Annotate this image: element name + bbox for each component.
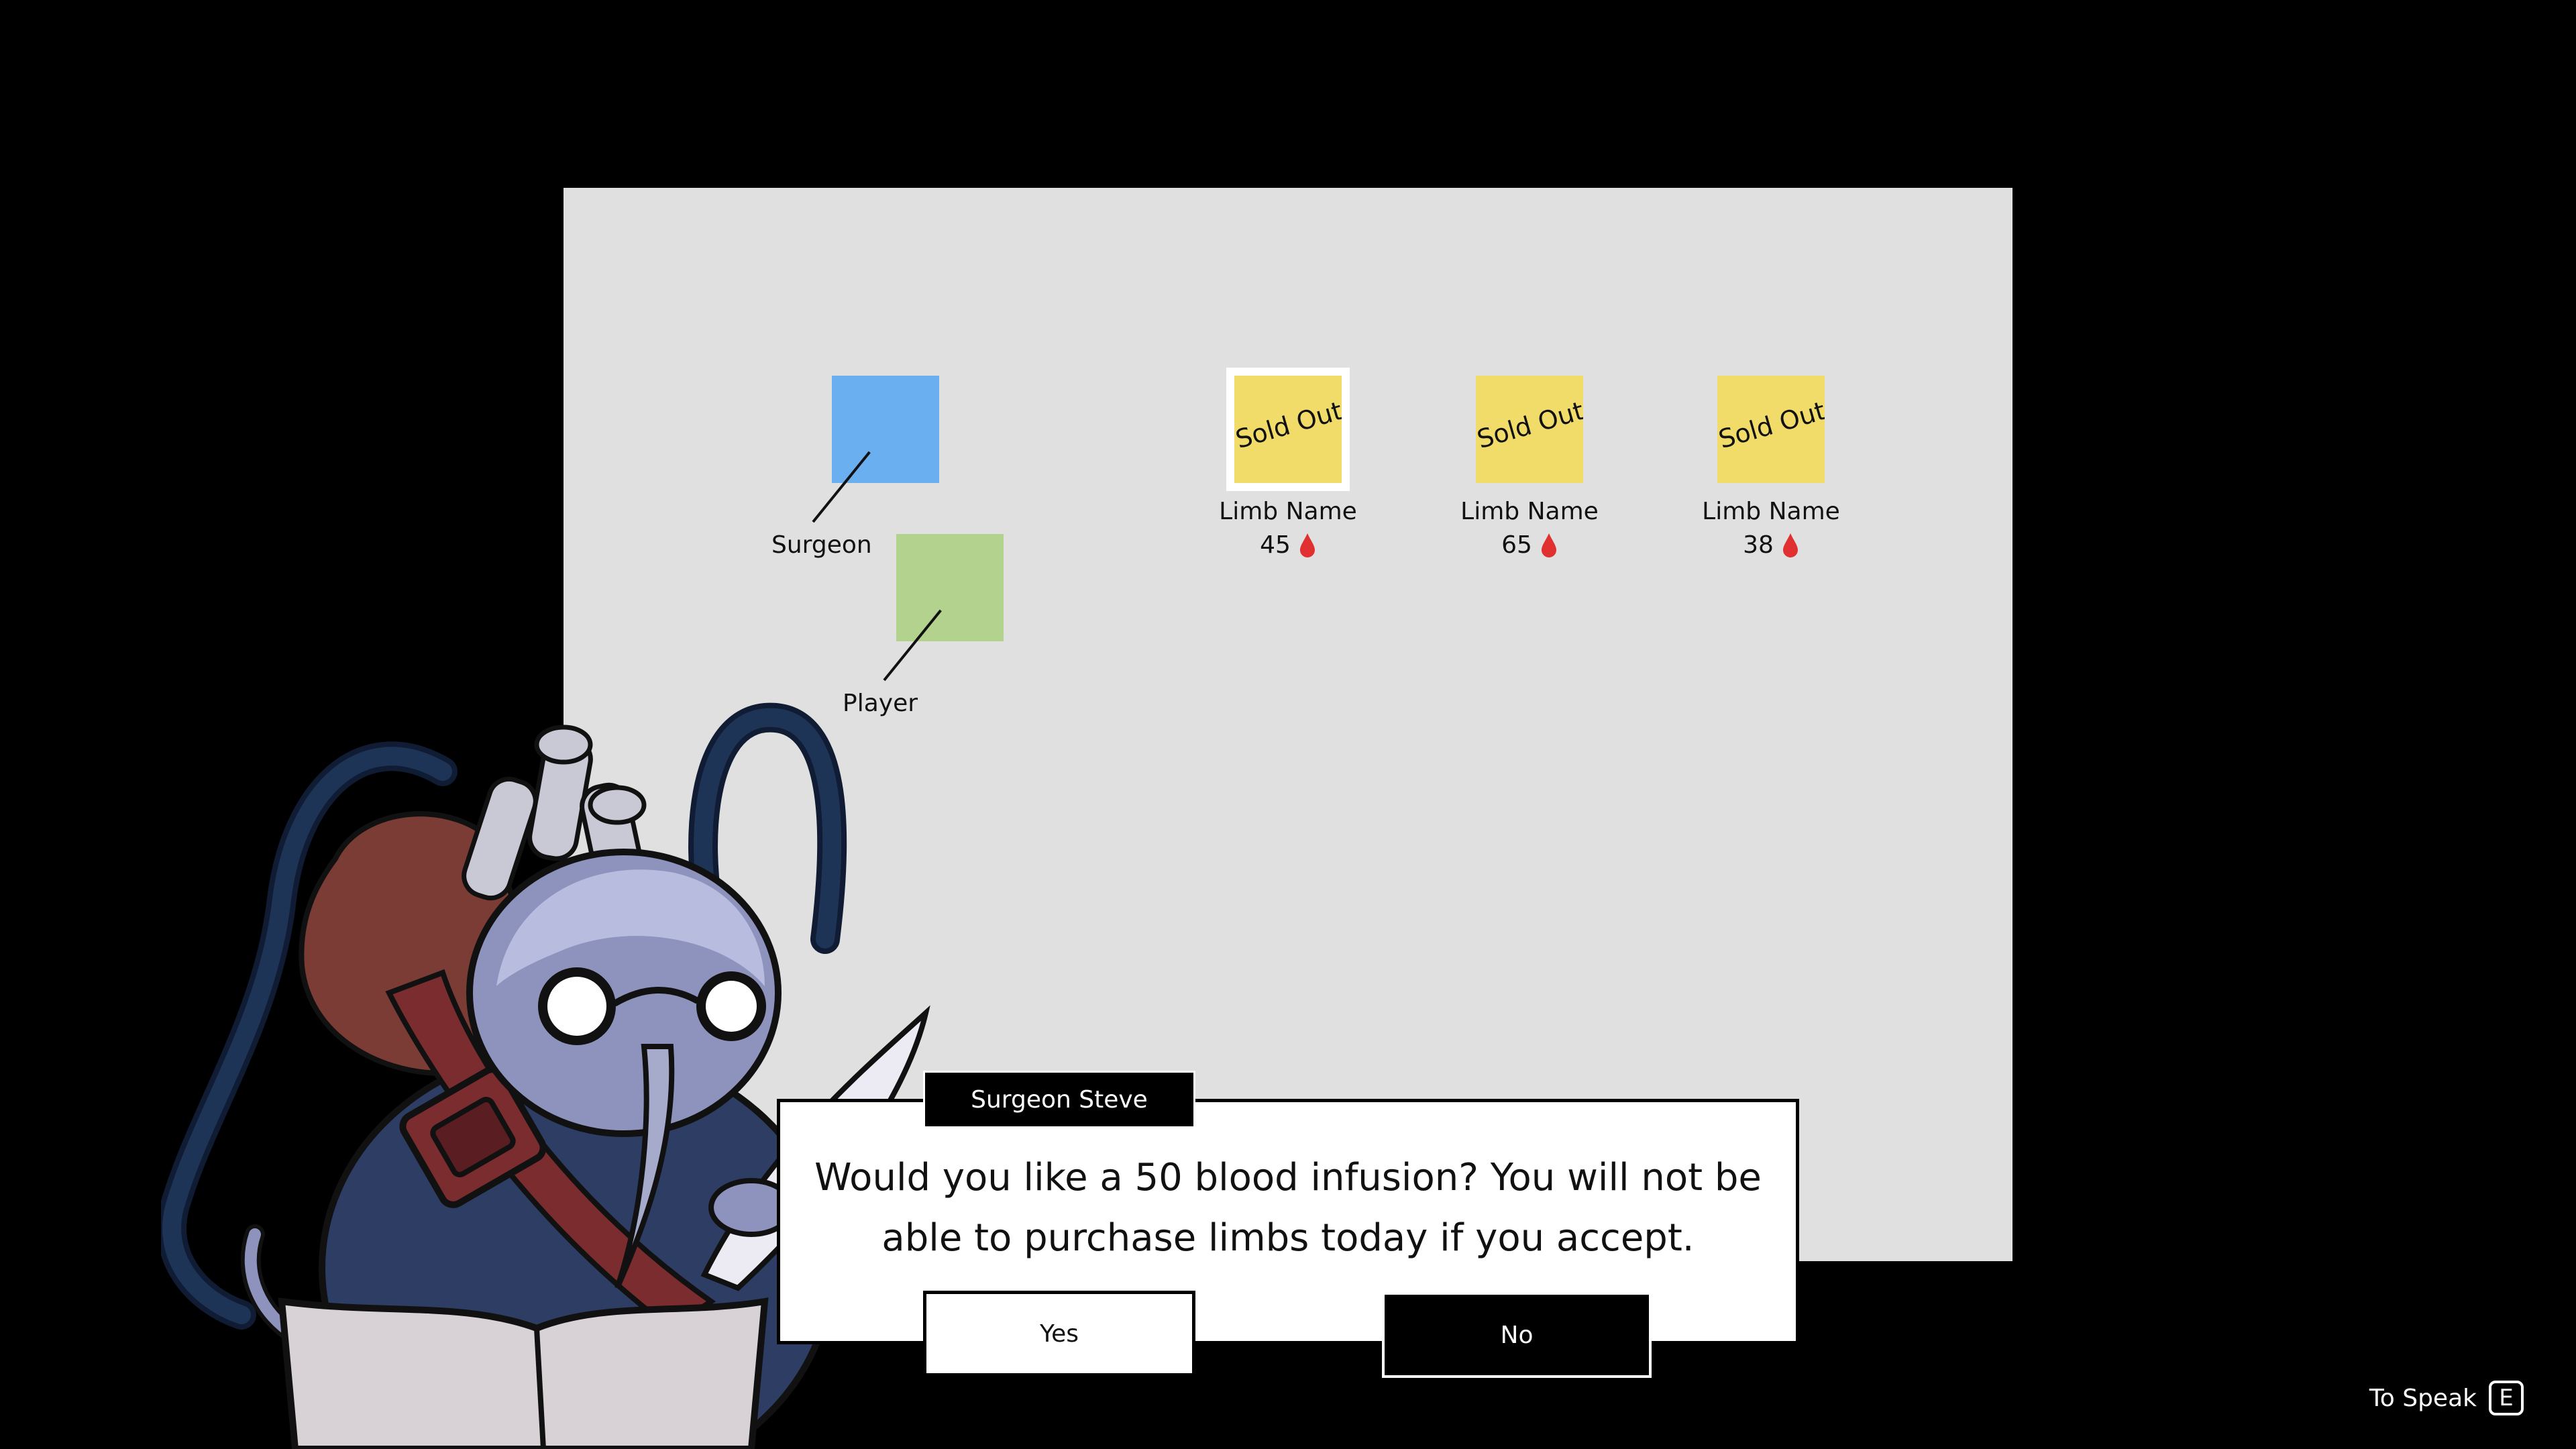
price-value: 45 [1260, 531, 1291, 559]
surgeon-marker [832, 376, 939, 483]
price-value: 38 [1743, 531, 1774, 559]
blood-drop-icon [1541, 533, 1556, 557]
interact-prompt: To Speak E [2369, 1381, 2524, 1415]
yes-button[interactable]: Yes [923, 1291, 1195, 1377]
price-value: 65 [1501, 531, 1532, 559]
sold-out-label: Sold Out [1717, 395, 1825, 455]
shop-item-3[interactable]: Sold Out [1717, 376, 1825, 483]
no-button[interactable]: No [1382, 1292, 1652, 1378]
speaker-name: Surgeon Steve [923, 1071, 1195, 1128]
blood-drop-icon [1782, 533, 1798, 557]
blood-drop-icon [1299, 533, 1315, 557]
dialog-text: Would you like a 50 blood infusion? You … [814, 1156, 1762, 1260]
interact-prompt-label: To Speak [2369, 1384, 2477, 1412]
player-marker [896, 534, 1004, 641]
shop-item-3-price: 38 [1684, 531, 1858, 559]
shop-item-1-price: 45 [1201, 531, 1375, 559]
shop-item-2-name: Limb Name [1460, 498, 1599, 525]
surgeon-label: Surgeon [771, 531, 872, 559]
sold-out-label: Sold Out [1476, 395, 1583, 455]
shop-item-1[interactable]: Sold Out [1226, 368, 1350, 491]
shop-item-1-name: Limb Name [1219, 498, 1357, 525]
shop-item-2-price: 65 [1442, 531, 1617, 559]
sold-out-label: Sold Out [1234, 395, 1342, 455]
key-e-icon: E [2489, 1381, 2524, 1415]
shop-item-2[interactable]: Sold Out [1476, 376, 1583, 483]
shop-item-3-name: Limb Name [1702, 498, 1840, 525]
